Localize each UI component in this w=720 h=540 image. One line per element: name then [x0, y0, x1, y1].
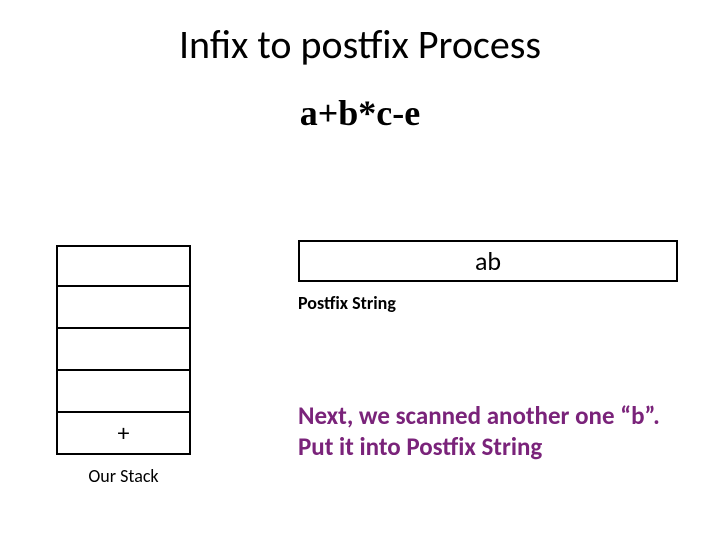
postfix-string-label: Postfix String: [298, 292, 396, 314]
stack-cell: +: [56, 413, 191, 455]
stack-cell: [56, 287, 191, 329]
page-title: Infix to postfix Process: [0, 20, 720, 69]
explanation-text: Next, we scanned another one “b”. Put it…: [298, 400, 688, 463]
stack-label: Our Stack: [56, 465, 191, 487]
stack-cell: [56, 371, 191, 413]
postfix-string-box: ab: [298, 240, 678, 282]
slide: Infix to postfix Process a+b*c-e + Our S…: [0, 0, 720, 540]
stack-cell: [56, 245, 191, 287]
stack-cell: [56, 329, 191, 371]
infix-expression: a+b*c-e: [0, 92, 720, 134]
stack-container: +: [56, 245, 191, 455]
